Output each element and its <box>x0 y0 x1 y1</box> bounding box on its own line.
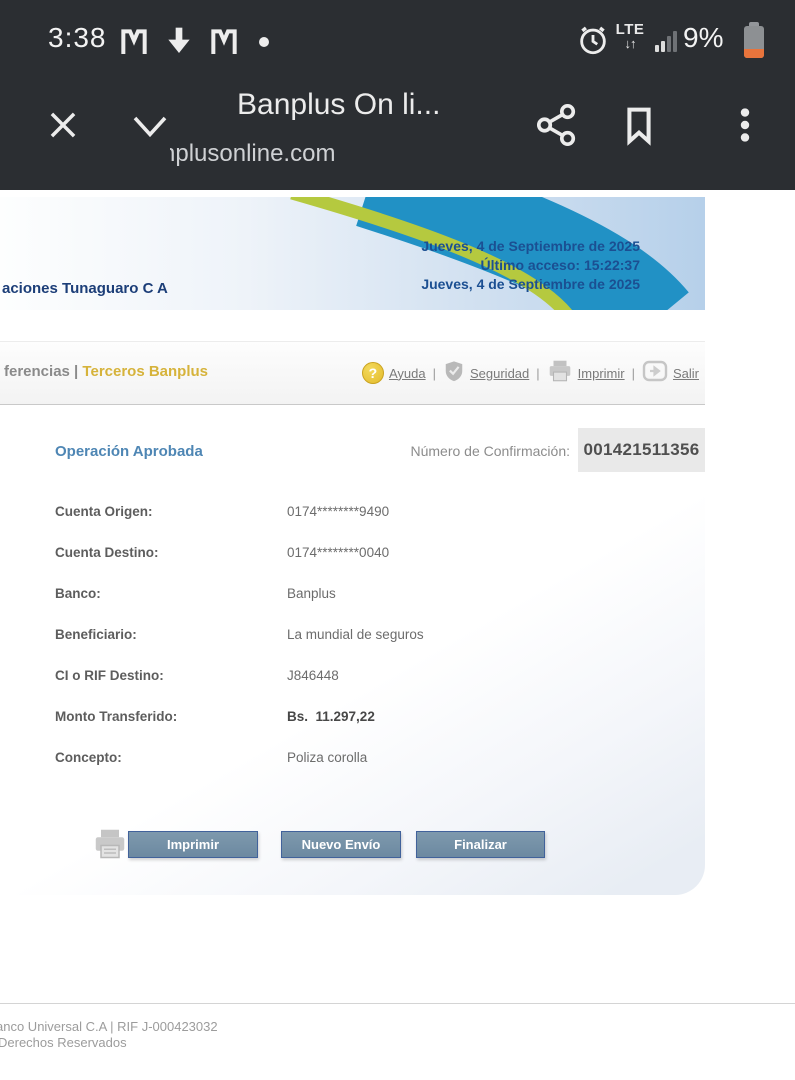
finalizar-button[interactable]: Finalizar <box>416 831 545 858</box>
footer-bank-info: anco Universal C.A | RIF J-000423032 <box>0 1019 218 1034</box>
field-row: Beneficiario: La mundial de seguros <box>0 627 705 645</box>
breadcrumb-prefix: ferencias <box>4 363 70 380</box>
transaction-panel <box>0 405 705 895</box>
breadcrumb-current: Terceros Banplus <box>82 363 208 380</box>
link-separator: | <box>536 366 539 381</box>
footer-divider <box>0 1003 795 1004</box>
status-time: 3:38 <box>48 22 107 54</box>
breadcrumb-separator: | <box>74 363 78 380</box>
android-header: 3:38 LTE ↓↑ 9% <box>0 0 795 190</box>
seguridad-link[interactable]: Seguridad <box>470 366 529 381</box>
session-date: Jueves, 4 de Septiembre de 2025 <box>421 237 640 256</box>
field-value: La mundial de seguros <box>287 627 424 642</box>
notification-dot-icon <box>256 34 272 55</box>
link-separator: | <box>433 366 436 381</box>
confirmation-label: Número de Confirmación: <box>0 443 570 459</box>
gmail-icon <box>208 26 240 63</box>
confirmation-box: 001421511356 <box>578 428 705 472</box>
bank-banner: Jueves, 4 de Septiembre de 2025 Último a… <box>0 197 705 310</box>
bookmark-icon[interactable] <box>616 102 662 153</box>
session-dates: Jueves, 4 de Septiembre de 2025 Último a… <box>421 237 640 294</box>
alarm-icon <box>576 23 610 62</box>
field-value-amount: Bs. 11.297,22 <box>287 709 375 724</box>
help-icon[interactable]: ? <box>362 362 384 384</box>
nuevo-envio-button[interactable]: Nuevo Envío <box>281 831 401 858</box>
field-label: Cuenta Origen: <box>55 504 153 519</box>
ayuda-link[interactable]: Ayuda <box>389 366 426 381</box>
salir-link[interactable]: Salir <box>673 366 699 381</box>
gmail-icon <box>118 26 150 63</box>
battery-percent: 9% <box>683 22 723 54</box>
field-row: Concepto: Poliza corolla <box>0 750 705 768</box>
field-label: Banco: <box>55 586 101 601</box>
last-access-date: Jueves, 4 de Septiembre de 2025 <box>421 275 640 294</box>
breadcrumb: ferencias | Terceros Banplus <box>4 363 208 380</box>
battery-icon <box>744 22 764 58</box>
field-label: Cuenta Destino: <box>55 545 159 560</box>
download-icon <box>163 25 195 62</box>
field-row: Cuenta Destino: 0174********0040 <box>0 545 705 563</box>
field-row: Cuenta Origen: 0174********9490 <box>0 504 705 522</box>
menubar-links: ? Ayuda | Seguridad | Imprimir | Salir <box>362 342 699 404</box>
account-holder-name: aciones Tunaguaro C A <box>2 280 168 297</box>
field-label: CI o RIF Destino: <box>55 668 164 683</box>
page-title: Banplus On li... <box>237 88 440 122</box>
field-value: Banplus <box>287 586 336 601</box>
page-menubar: ferencias | Terceros Banplus ? Ayuda | S… <box>0 341 705 405</box>
screen: 3:38 LTE ↓↑ 9% <box>0 0 795 1080</box>
field-value: 0174********9490 <box>287 504 389 519</box>
field-value: 0174********0040 <box>287 545 389 560</box>
overflow-menu-icon[interactable] <box>722 102 768 153</box>
last-access: Último acceso: 15:22:37 <box>421 256 640 275</box>
confirmation-number: 001421511356 <box>583 440 699 460</box>
field-value: Poliza corolla <box>287 750 367 765</box>
exit-icon <box>642 360 668 387</box>
close-icon[interactable] <box>44 106 82 149</box>
field-value: J846448 <box>287 668 339 683</box>
chevron-down-icon[interactable] <box>126 110 174 149</box>
lte-indicator: LTE ↓↑ <box>612 22 648 50</box>
field-row: Monto Transferido: Bs. 11.297,22 <box>0 709 705 727</box>
field-label: Concepto: <box>55 750 122 765</box>
share-icon[interactable] <box>534 102 580 153</box>
footer-rights: Derechos Reservados <box>0 1035 127 1050</box>
field-label: Beneficiario: <box>55 627 137 642</box>
field-label: Monto Transferido: <box>55 709 177 724</box>
signal-icon <box>655 30 681 52</box>
imprimir-link[interactable]: Imprimir <box>578 366 625 381</box>
shield-icon <box>443 360 465 387</box>
printer-icon <box>547 358 573 389</box>
field-row: CI o RIF Destino: J846448 <box>0 668 705 686</box>
printer-icon[interactable] <box>92 826 128 867</box>
url-bar: nplusonline.com <box>170 140 420 168</box>
link-separator: | <box>632 366 635 381</box>
imprimir-button[interactable]: Imprimir <box>128 831 258 858</box>
field-row: Banco: Banplus <box>0 586 705 604</box>
